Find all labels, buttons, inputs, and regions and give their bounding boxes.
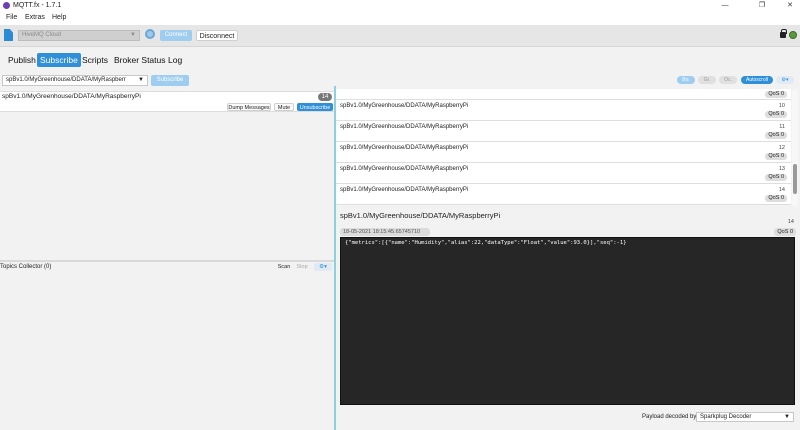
mute-button[interactable]: Mute — [274, 103, 294, 111]
group-filter-button[interactable]: Gr. — [698, 76, 716, 84]
message-topic: spBv1.0/MyGreenhouse/DDATA/MyRaspberryPi — [340, 145, 469, 151]
message-qos: QoS 0 — [765, 111, 787, 118]
message-row[interactable]: spBv1.0/MyGreenhouse/DDATA/MyRaspberryPi… — [336, 100, 791, 121]
payload-text: {"metrics":[{"name":"Humidity","alias":2… — [345, 240, 627, 246]
maximize-icon[interactable]: ❐ — [752, 0, 772, 11]
stop-button[interactable]: Stop — [294, 263, 310, 271]
minimize-icon[interactable]: — — [715, 0, 735, 11]
main-tabs: Publish Subscribe Scripts Broker Status … — [0, 48, 800, 72]
message-row[interactable]: spBv1.0/MyGreenhouse/DDATA/MyRaspberryPi… — [336, 142, 791, 163]
tab-subscribe[interactable]: Subscribe — [37, 53, 81, 67]
tab-publish[interactable]: Publish — [6, 53, 38, 67]
subscription-topic: spBv1.0/MyGreenhouse/DDATA/MyRaspberryPi — [2, 93, 141, 100]
lock-icon — [780, 29, 787, 38]
messages-scroll-thumb[interactable] — [793, 164, 797, 194]
message-topic: spBv1.0/MyGreenhouse/DDATA/MyRaspberryPi — [340, 187, 469, 193]
chevron-down-icon: ▼ — [784, 414, 790, 420]
message-row[interactable]: spBv1.0/MyGreenhouse/DDATA/MyRaspberryPi… — [336, 163, 791, 184]
message-number: 14 — [778, 187, 785, 193]
detail-topic: spBv1.0/MyGreenhouse/DDATA/MyRaspberryPi — [340, 211, 501, 220]
gear-icon[interactable] — [145, 29, 155, 39]
scan-button[interactable]: Scan — [276, 263, 292, 271]
chevron-down-icon: ▼ — [130, 32, 136, 38]
message-topic: spBv1.0/MyGreenhouse/DDATA/MyRaspberryPi — [340, 124, 469, 130]
tab-broker-status[interactable]: Broker Status — [112, 53, 168, 67]
message-row[interactable]: QoS 0 — [336, 89, 791, 100]
message-qos: QoS 0 — [765, 153, 787, 160]
unsubscribe-button[interactable]: Unsubscribe — [297, 103, 333, 111]
topics-collector-label: Topics Collector (0) — [0, 264, 52, 270]
document-icon[interactable] — [4, 29, 13, 41]
message-topic: spBv1.0/MyGreenhouse/DDATA/MyRaspberryPi — [340, 166, 469, 172]
topic-input-value: spBv1.0/MyGreenhouse/DDATA/MyRaspberr — [6, 77, 126, 83]
detail-qos: QoS 0 — [774, 228, 796, 236]
message-qos: QoS 0 — [765, 174, 787, 181]
message-topic: spBv1.0/MyGreenhouse/DDATA/MyRaspberryPi — [340, 103, 469, 109]
disconnect-button[interactable]: Disconnect — [196, 30, 238, 41]
decoder-value: Sparkplug Decoder — [700, 414, 752, 420]
message-number: 11 — [779, 124, 785, 130]
subscribe-button[interactable]: Subscribe — [151, 75, 189, 86]
window-title: MQTT.fx - 1.7.1 — [13, 2, 62, 9]
message-row[interactable]: spBv1.0/MyGreenhouse/DDATA/MyRaspberryPi… — [336, 121, 791, 142]
chevron-down-icon: ▼ — [138, 77, 144, 83]
subscription-row[interactable]: spBv1.0/MyGreenhouse/DDATA/MyRaspberryPi… — [0, 91, 335, 112]
close-icon[interactable]: ✕ — [780, 0, 800, 11]
tab-scripts[interactable]: Scripts — [80, 53, 110, 67]
message-number: 10 — [778, 103, 785, 109]
messages-pane: Bo. Gr. Oc. Autoscroll ⚙▾ QoS 0 spBv1.0/… — [336, 72, 800, 430]
message-number: 13 — [778, 166, 785, 172]
message-qos: QoS 0 — [765, 91, 787, 98]
profile-select[interactable]: HiveMQ Cloud ▼ — [18, 30, 140, 41]
message-qos: QoS 0 — [765, 195, 787, 202]
bookmark-filter-button[interactable]: Bo. — [677, 76, 695, 84]
decoder-label: Payload decoded by — [642, 414, 697, 420]
other-filter-button[interactable]: Oc. — [719, 76, 737, 84]
collector-settings-icon[interactable]: ⚙▾ — [314, 263, 332, 271]
messages-toolbar: Bo. Gr. Oc. Autoscroll ⚙▾ — [336, 72, 800, 88]
payload-view[interactable]: {"metrics":[{"name":"Humidity","alias":2… — [340, 237, 795, 405]
connection-status-icon — [789, 31, 797, 39]
menu-help[interactable]: Help — [52, 11, 66, 25]
topics-collector-header: Topics Collector (0) Scan Stop ⚙▾ — [0, 262, 335, 272]
tab-log[interactable]: Log — [166, 53, 184, 67]
autoscroll-button[interactable]: Autoscroll — [741, 76, 773, 84]
detail-number: 14 — [787, 219, 794, 225]
app-icon — [3, 2, 10, 9]
profile-value: HiveMQ Cloud — [22, 32, 62, 38]
menu-bar: File Extras Help — [0, 11, 800, 25]
message-number: 12 — [778, 145, 785, 151]
subscriptions-pane: spBv1.0/MyGreenhouse/DDATA/MyRaspberr ▼ … — [0, 72, 335, 430]
detail-timestamp: 18-05-2021 18:15:45.65745710 — [340, 228, 430, 236]
message-detail: spBv1.0/MyGreenhouse/DDATA/MyRaspberryPi… — [336, 206, 800, 430]
toolbar-settings-icon[interactable]: ⚙▾ — [776, 76, 794, 84]
connect-button[interactable]: Connect — [160, 30, 192, 41]
connection-bar: HiveMQ Cloud ▼ Connect Disconnect — [0, 25, 800, 47]
subscription-count-badge: 14 — [318, 93, 332, 101]
topic-input[interactable]: spBv1.0/MyGreenhouse/DDATA/MyRaspberr ▼ — [2, 75, 148, 86]
decoder-select[interactable]: Sparkplug Decoder ▼ — [696, 412, 794, 422]
menu-file[interactable]: File — [6, 11, 17, 25]
dump-messages-button[interactable]: Dump Messages — [227, 103, 271, 111]
menu-extras[interactable]: Extras — [25, 11, 45, 25]
message-row[interactable]: spBv1.0/MyGreenhouse/DDATA/MyRaspberryPi… — [336, 184, 791, 205]
title-bar: MQTT.fx - 1.7.1 — ❐ ✕ — [0, 0, 800, 11]
message-qos: QoS 0 — [765, 132, 787, 139]
